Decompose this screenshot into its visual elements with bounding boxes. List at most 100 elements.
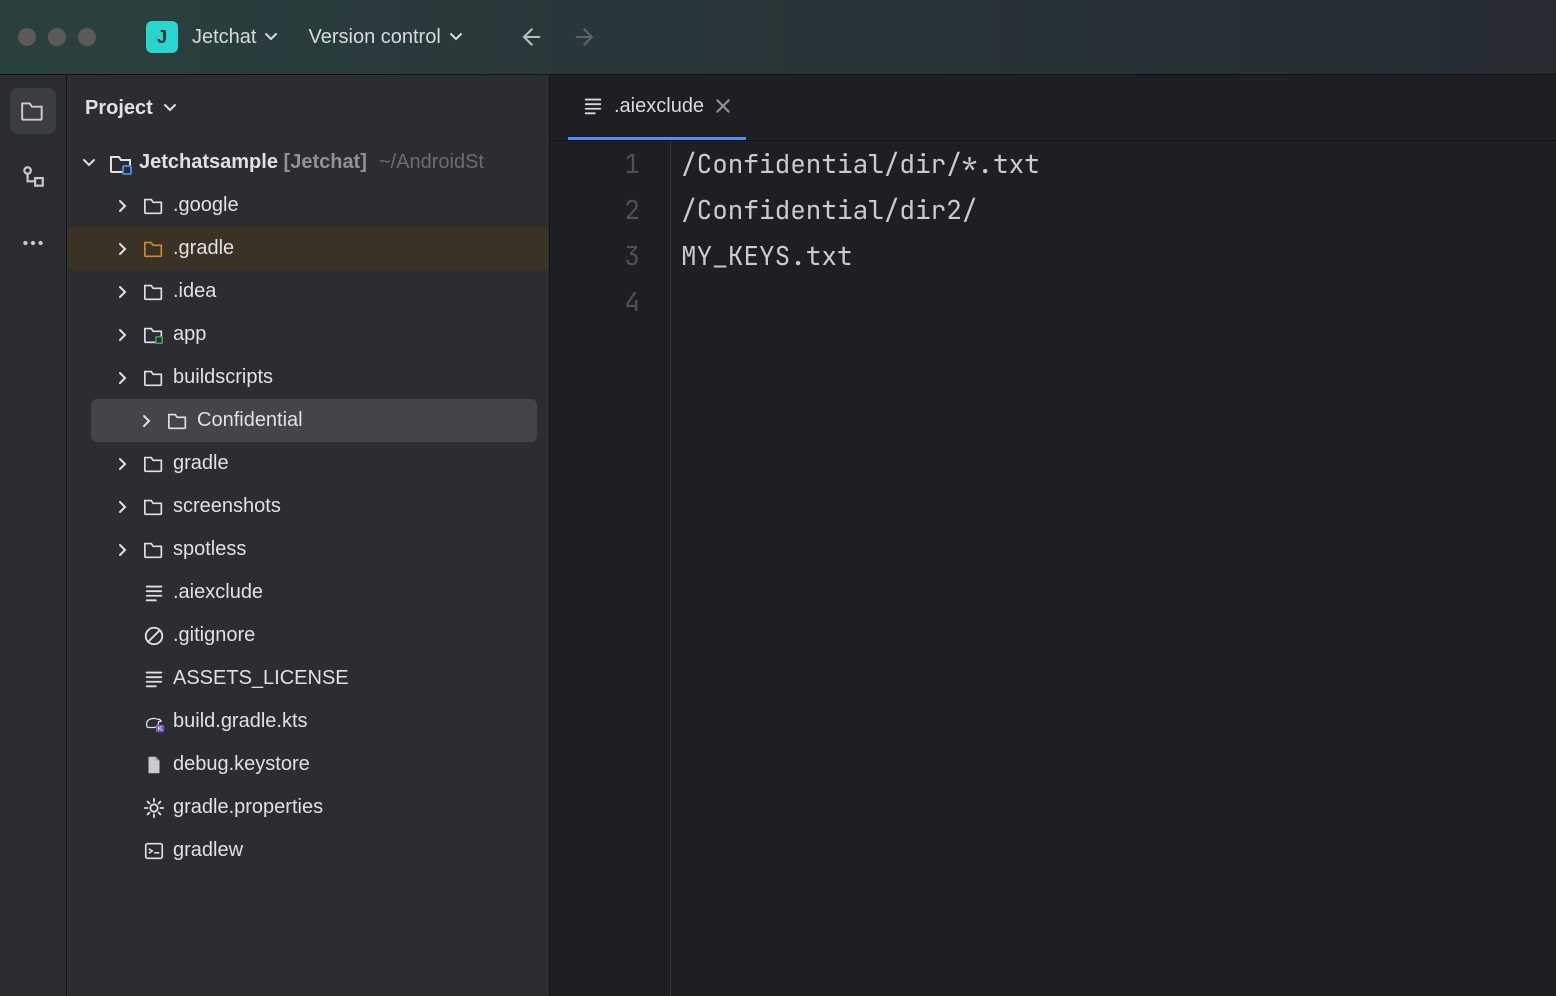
chevron-down-icon [82,156,96,170]
line-number: 4 [550,279,640,325]
project-panel: Project Jetchatsample [Jetchat] ~/Android… [67,75,550,996]
folder-icon [143,496,165,518]
editor-area: .aiexclude 1234 /Confidential/dir/*.txt/… [550,75,1556,996]
nav-back[interactable] [515,22,545,52]
tree-item-label: gradle.properties [173,796,323,819]
chevron-right-icon [116,457,130,471]
tree-item[interactable]: .google [67,184,549,227]
rail-more-button[interactable] [10,220,56,266]
folder-icon [143,539,165,561]
tree-root-path: ~/AndroidSt [379,151,484,174]
project-selector[interactable]: J Jetchat [136,15,288,59]
tree-item[interactable]: ASSETS_LICENSE [67,657,549,700]
gradlekts-icon [143,711,165,733]
tree-item-label: .gitignore [173,624,255,647]
line-number: 3 [550,233,640,279]
nav-forward[interactable] [571,22,601,52]
tree-item-label: gradlew [173,839,243,862]
tree-item[interactable]: gradle.properties [67,786,549,829]
folder-icon [20,98,46,124]
text-icon [143,582,165,604]
tool-rail [0,75,67,996]
tree-item[interactable]: app [67,313,549,356]
editor-tab-label: .aiexclude [614,95,704,118]
structure-icon [20,164,46,190]
tree-item[interactable]: build.gradle.kts [67,700,549,743]
gutter: 1234 [550,141,670,996]
vcs-menu[interactable]: Version control [298,20,472,55]
rail-structure-button[interactable] [10,154,56,200]
rail-project-button[interactable] [10,88,56,134]
tree-item-label: app [173,323,206,346]
tree-root-label: Jetchatsample [Jetchat] [139,151,367,174]
tree-item-label: build.gradle.kts [173,710,308,733]
close-icon[interactable] [714,97,732,115]
tree-item-label: .idea [173,280,216,303]
tree-item-label: spotless [173,538,246,561]
code-content[interactable]: /Confidential/dir/*.txt/Confidential/dir… [670,141,1556,996]
folder-icon [143,367,165,389]
project-panel-title: Project [85,97,153,120]
tree-item[interactable]: .idea [67,270,549,313]
folder-icon [143,238,165,260]
chevron-right-icon [116,328,130,342]
project-folder-icon [108,151,132,175]
tree-item-label: .aiexclude [173,581,263,604]
gear-icon [143,797,165,819]
tree-item[interactable]: debug.keystore [67,743,549,786]
project-icon: J [146,21,178,53]
project-selector-label: Jetchat [192,26,256,49]
chevron-down-icon [449,30,463,44]
tree-item[interactable]: gradle [67,442,549,485]
tree-item[interactable]: gradlew [67,829,549,872]
code-line: MY_KEYS.txt [681,233,1556,279]
tree-item[interactable]: Confidential [91,399,537,442]
editor[interactable]: 1234 /Confidential/dir/*.txt/Confidentia… [550,141,1556,996]
vcs-menu-label: Version control [308,26,440,49]
chevron-right-icon [116,285,130,299]
tree-item[interactable]: buildscripts [67,356,549,399]
tree-item-label: gradle [173,452,229,475]
window-controls [18,28,96,46]
folder-icon [143,195,165,217]
terminal-icon [143,840,165,862]
editor-tab[interactable]: .aiexclude [568,75,746,140]
code-line: /Confidential/dir/*.txt [681,141,1556,187]
tree-root[interactable]: Jetchatsample [Jetchat] ~/AndroidSt [67,141,549,184]
tree-item-label: .gradle [173,237,234,260]
code-line: /Confidential/dir2/ [681,187,1556,233]
chevron-down-icon [264,30,278,44]
editor-tabs: .aiexclude [550,75,1556,141]
tree-item-label: ASSETS_LICENSE [173,667,349,690]
tree-item[interactable]: .aiexclude [67,571,549,614]
text-icon [143,668,165,690]
code-line [681,279,1556,325]
folder-icon [143,281,165,303]
chevron-right-icon [140,414,154,428]
zoom-window[interactable] [78,28,96,46]
tree-item-label: debug.keystore [173,753,310,776]
chevron-right-icon [116,543,130,557]
tree-item-label: buildscripts [173,366,273,389]
tree-item[interactable]: screenshots [67,485,549,528]
chevron-down-icon [163,101,177,115]
chevron-right-icon [116,500,130,514]
minimize-window[interactable] [48,28,66,46]
tree-item-label: screenshots [173,495,281,518]
line-number: 1 [550,141,640,187]
line-number: 2 [550,187,640,233]
folder-icon [143,453,165,475]
titlebar: J Jetchat Version control [0,0,1556,75]
close-window[interactable] [18,28,36,46]
project-panel-header[interactable]: Project [67,75,549,141]
chevron-right-icon [116,371,130,385]
tree-item[interactable]: .gitignore [67,614,549,657]
chevron-right-icon [116,199,130,213]
tree-item-label: Confidential [197,409,303,432]
tree-item[interactable]: .gradle [67,227,549,270]
folder-icon [167,410,189,432]
project-tree[interactable]: Jetchatsample [Jetchat] ~/AndroidSt .googl… [67,141,549,996]
chevron-right-icon [116,242,130,256]
tree-item[interactable]: spotless [67,528,549,571]
more-icon [20,230,46,256]
